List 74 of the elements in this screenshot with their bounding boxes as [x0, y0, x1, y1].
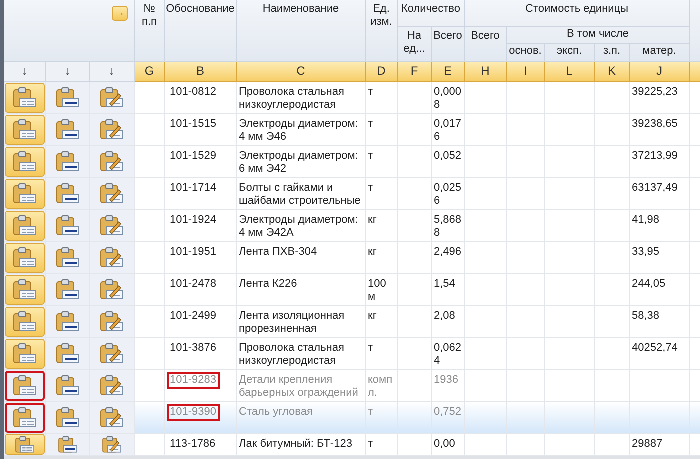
clipboard-pencil-icon: [99, 246, 125, 268]
column-letter: E: [432, 62, 465, 82]
clipboard-bar-icon: [54, 182, 80, 204]
column-group-header: Стоимость единицы: [465, 0, 690, 27]
clipboard-card-icon: [12, 374, 38, 396]
column-letter: J: [630, 62, 690, 82]
horizontal-scrollbar[interactable]: [4, 456, 700, 459]
column-letter: G: [135, 62, 165, 82]
clipboard-card-icon: [12, 214, 38, 236]
clipboard-card-icon: [12, 118, 38, 140]
table-row[interactable]: 101-1714 Болты с гайками и шайбами строительные т 0,0256 63137,49: [4, 178, 700, 210]
table-row[interactable]: 101-1924 Электроды диаметром: 4 мм Э42А кг 5,8688 41,98: [4, 210, 700, 242]
clipboard-pencil-icon: [99, 342, 125, 364]
code-text: 101-9283: [167, 372, 220, 389]
clipboard-card-icon: [12, 86, 38, 108]
clipboard-pencil-icon: [99, 118, 125, 140]
clipboard-card-icon: [12, 150, 38, 172]
clipboard-pencil-icon: [99, 182, 125, 204]
clipboard-pencil-icon: [99, 310, 125, 332]
clipboard-card-icon: [12, 278, 38, 300]
clipboard-bar-icon: [54, 310, 80, 332]
code-text: 101-1515: [169, 117, 218, 132]
column-group-header: В том числе: [507, 27, 690, 44]
clipboard-pencil-icon: [99, 374, 125, 396]
column-letter: L: [545, 62, 595, 82]
clipboard-bar-icon: [54, 278, 80, 300]
clipboard-pencil-icon: [99, 214, 125, 236]
column-letter: C: [237, 62, 366, 82]
table-row[interactable]: 101-2478 Лента К226 100 м 1,54 244,05: [4, 274, 700, 306]
clipboard-pencil-icon: [99, 278, 125, 300]
table-row[interactable]: 113-1786 Лак битумный: БТ-123 т 0,00 29887: [4, 434, 700, 456]
table-row[interactable]: 101-3876 Проволока стальная низкоуглеродистая т 0,0624 40252,74: [4, 338, 700, 370]
clipboard-card-icon: [12, 310, 38, 332]
clipboard-pencil-icon: [101, 436, 123, 454]
clipboard-pencil-icon: [99, 86, 125, 108]
clipboard-bar-icon: [54, 118, 80, 140]
clipboard-bar-icon: [54, 374, 80, 396]
table-row[interactable]: 101-1951 Лента ПХВ-304 кг 2,496 33,95: [4, 242, 700, 274]
table-row[interactable]: 101-2499 Лента изоляционная прорезиненная кг 2,08 58,38: [4, 306, 700, 338]
clipboard-bar-icon: [54, 214, 80, 236]
code-text: 101-1529: [169, 149, 218, 164]
column-letter: B: [165, 62, 237, 82]
column-letter: H: [465, 62, 507, 82]
code-text: 101-0812: [169, 85, 218, 100]
clipboard-bar-icon: [54, 150, 80, 172]
column-letter: F: [398, 62, 432, 82]
column-group-header: Количество: [398, 0, 465, 27]
code-text: 101-2499: [169, 309, 218, 324]
clipboard-bar-icon: [54, 406, 80, 428]
column-letter: D: [366, 62, 398, 82]
clipboard-card-icon: [12, 406, 38, 428]
table-row[interactable]: 101-1515 Электроды диаметром: 4 мм Э46 т 0,0176 39238,65: [4, 114, 700, 146]
code-text: 101-9390: [167, 404, 220, 421]
clipboard-card-icon: [12, 342, 38, 364]
clipboard-card-icon: [12, 182, 38, 204]
column-letter: K: [595, 62, 630, 82]
clipboard-card-icon: [14, 436, 36, 454]
code-text: 101-2478: [169, 277, 218, 292]
code-text: 101-1714: [169, 181, 218, 196]
clipboard-bar-icon: [54, 342, 80, 364]
column-letter: I: [507, 62, 545, 82]
column-letter: [690, 62, 700, 82]
code-text: 101-1924: [169, 213, 218, 228]
clipboard-bar-icon: [54, 246, 80, 268]
code-text: 101-1951: [169, 245, 218, 260]
clipboard-bar-icon: [56, 436, 78, 454]
code-text: 101-3876: [169, 341, 218, 356]
table-row[interactable]: 101-1529 Электроды диаметром: 6 мм Э42 т 0,052 37213,99: [4, 146, 700, 178]
clipboard-bar-icon: [54, 86, 80, 108]
table-row[interactable]: 101-0812 Проволока стальная низкоуглеродистая т 0,0008 39225,23: [4, 82, 700, 114]
clipboard-pencil-icon: [99, 406, 125, 428]
clipboard-card-icon: [12, 246, 38, 268]
code-text: 113-1786: [169, 437, 217, 452]
clipboard-pencil-icon: [99, 150, 125, 172]
